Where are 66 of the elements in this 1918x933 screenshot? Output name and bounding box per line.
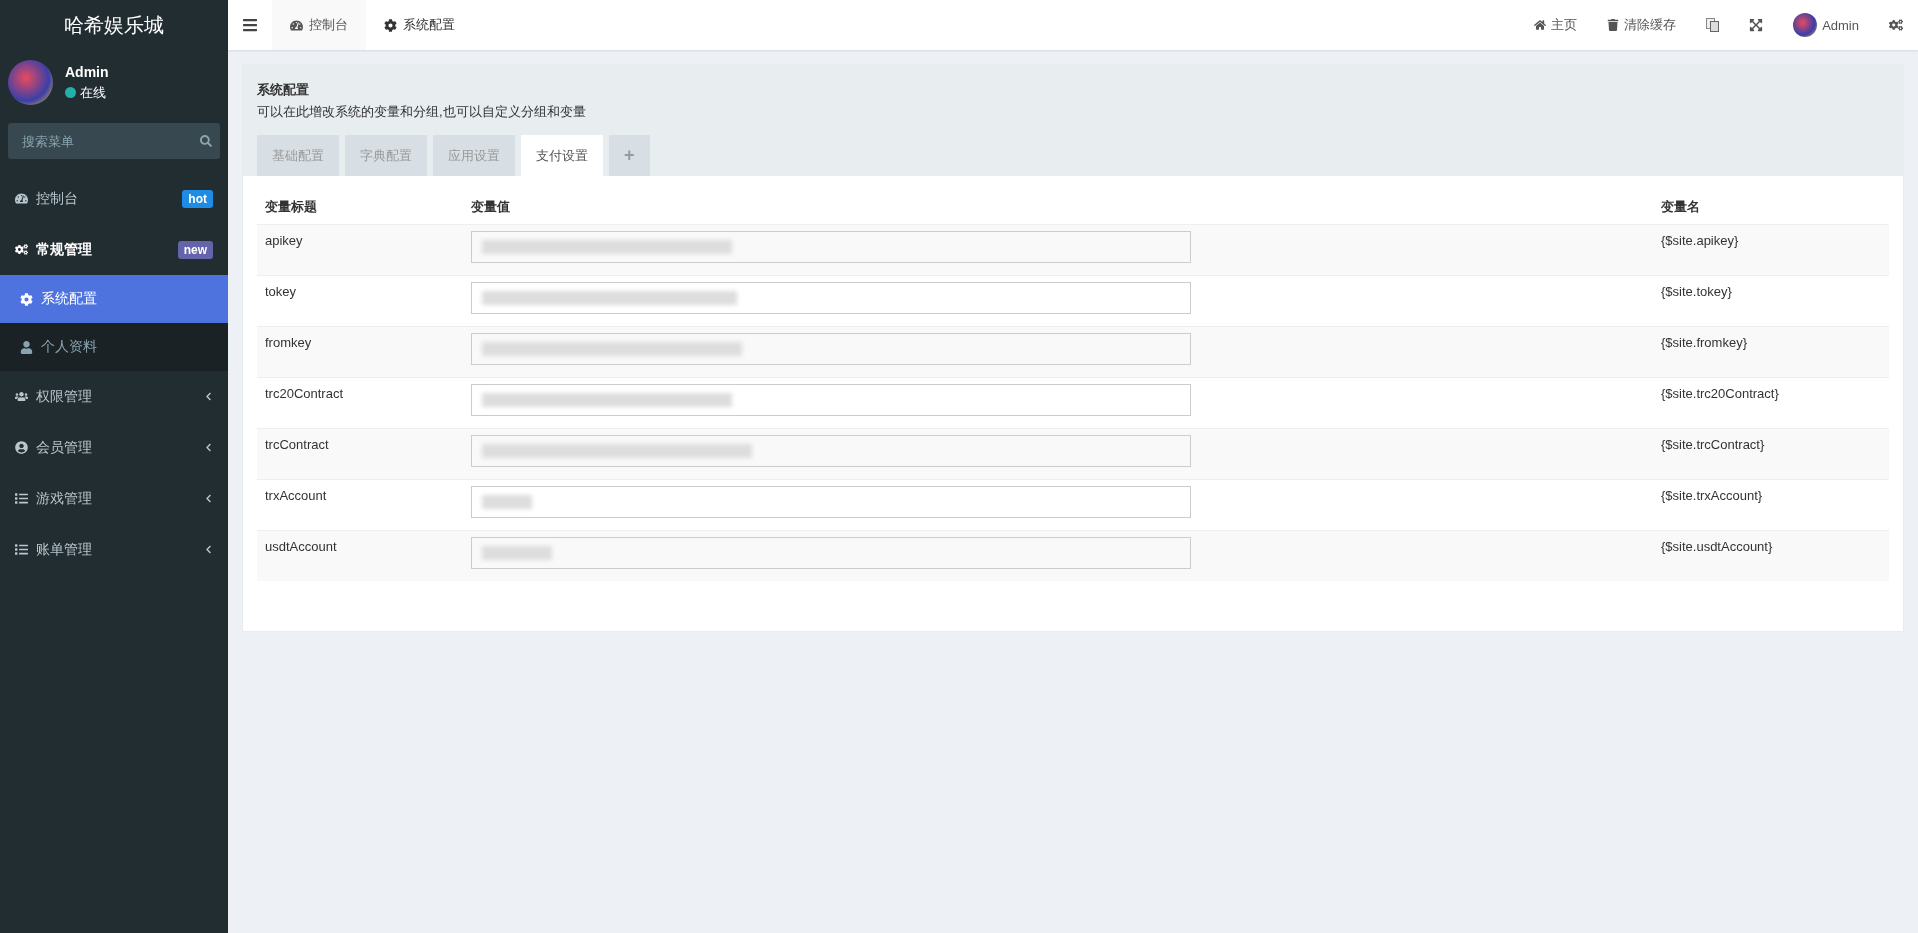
table-cell: {$site.apikey} bbox=[1653, 224, 1889, 276]
menu-badge: new bbox=[177, 240, 213, 259]
panel-subtitle: 可以在此增改系统的变量和分组,也可以自定义分组和变量 bbox=[257, 103, 587, 121]
top-link[interactable]: 清除缓存 bbox=[1592, 0, 1692, 50]
column-header: 变量值 bbox=[463, 190, 1653, 225]
table-cell: fromkey bbox=[257, 326, 463, 378]
table-cell: trc20Contract bbox=[257, 377, 463, 429]
home-icon bbox=[1534, 19, 1547, 31]
top-link[interactable]: 主页 bbox=[1519, 0, 1593, 50]
list-icon bbox=[15, 543, 28, 556]
sidebar-item[interactable]: 常规管理 new bbox=[0, 224, 228, 275]
table-cell: apikey bbox=[257, 224, 463, 276]
trash-icon bbox=[1607, 19, 1620, 31]
input-field[interactable] bbox=[471, 384, 1191, 416]
user-menu[interactable]: Admin bbox=[1778, 0, 1874, 50]
table-cell: trxAccount bbox=[257, 479, 463, 531]
table-cell: usdtAccount bbox=[257, 530, 463, 581]
sidebar-item[interactable]: 会员管理 bbox=[0, 422, 228, 473]
table-cell: tokey bbox=[257, 275, 463, 327]
sidebar-subitem[interactable]: 系统配置 bbox=[0, 275, 228, 323]
column-header: 变量标题 bbox=[257, 190, 463, 225]
search-field[interactable]: 搜索菜单 bbox=[8, 123, 220, 159]
sidebar-item[interactable]: 游戏管理 bbox=[0, 473, 228, 524]
input-field[interactable] bbox=[471, 486, 1191, 518]
config-tab[interactable]: 支付设置 bbox=[521, 135, 603, 176]
brand-title: 哈希娱乐城 bbox=[63, 12, 165, 38]
table-cell: {$site.usdtAccount} bbox=[1653, 530, 1889, 581]
search-icon bbox=[200, 135, 212, 147]
table-cell: {$site.trcContract} bbox=[1653, 428, 1889, 480]
list-icon bbox=[15, 492, 28, 505]
table-cell: trcContract bbox=[257, 428, 463, 480]
input-field[interactable] bbox=[471, 333, 1191, 365]
fullscreen-icon bbox=[1749, 18, 1764, 32]
nav-tab[interactable]: 控制台 bbox=[272, 0, 366, 50]
sidebar-item[interactable]: 账单管理 bbox=[0, 524, 228, 575]
settings-icon bbox=[20, 292, 33, 306]
menu-badge: hot bbox=[182, 189, 213, 208]
table-cell: {$site.trxAccount} bbox=[1653, 479, 1889, 531]
user-icon bbox=[20, 340, 33, 354]
input-field[interactable] bbox=[471, 537, 1191, 569]
panel-title: 系统配置 bbox=[257, 81, 310, 99]
sidebar-item[interactable]: 权限管理 bbox=[0, 371, 228, 422]
input-field[interactable] bbox=[471, 282, 1191, 314]
gauge-icon bbox=[290, 18, 303, 32]
input-field[interactable] bbox=[471, 231, 1191, 263]
table-cell: {$site.trc20Contract} bbox=[1653, 377, 1889, 429]
blurred-value bbox=[482, 495, 532, 509]
search-input[interactable]: 搜索菜单 bbox=[20, 132, 200, 150]
input-field[interactable] bbox=[471, 435, 1191, 467]
table-cell: {$site.tokey} bbox=[1653, 275, 1889, 327]
gears-icon bbox=[15, 243, 28, 256]
column-header: 变量名 bbox=[1653, 190, 1889, 225]
users-icon bbox=[15, 390, 28, 403]
user-avatar bbox=[8, 60, 53, 105]
gauge-icon bbox=[15, 192, 28, 205]
nav-tab[interactable]: 系统配置 bbox=[366, 0, 473, 50]
table-cell: {$site.fromkey} bbox=[1653, 326, 1889, 378]
gears-icon bbox=[1889, 18, 1903, 32]
settings-icon bbox=[384, 18, 397, 32]
user-avatar bbox=[1793, 13, 1818, 37]
user-name: Admin bbox=[65, 63, 109, 80]
status-text: 在线 bbox=[80, 83, 106, 102]
blurred-value bbox=[482, 546, 552, 560]
sidebar-item[interactable]: 控制台 hot bbox=[0, 173, 228, 224]
menu-icon bbox=[242, 17, 258, 33]
sidebar-subitem[interactable]: 个人资料 bbox=[0, 323, 228, 371]
